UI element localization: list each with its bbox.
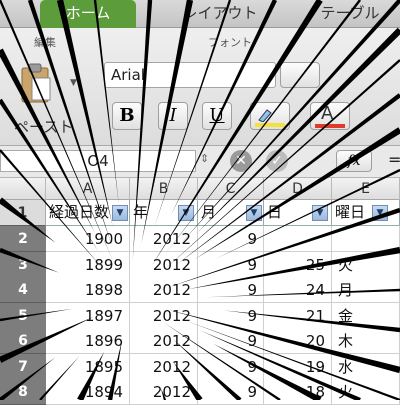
- group-label-edit: 編集: [34, 34, 56, 50]
- cell-e[interactable]: 火: [332, 379, 400, 405]
- cell-e[interactable]: 水: [332, 354, 400, 380]
- cell-b[interactable]: 2012: [130, 379, 198, 405]
- clipboard-icon: [20, 62, 52, 106]
- filter-dropdown-icon[interactable]: ▼: [246, 205, 262, 221]
- cell-c[interactable]: 9: [198, 379, 264, 405]
- cell-d[interactable]: 25: [264, 252, 332, 278]
- tab-home[interactable]: ホーム: [40, 0, 136, 28]
- cell-a[interactable]: 1897: [46, 303, 130, 329]
- cell-a[interactable]: 1898: [46, 277, 130, 303]
- cell-e[interactable]: 金: [332, 303, 400, 329]
- cell-d[interactable]: 19: [264, 354, 332, 380]
- header-cell-e[interactable]: 曜日: [332, 200, 400, 226]
- tab-edge: [0, 0, 12, 28]
- filter-dropdown-icon[interactable]: ▼: [372, 205, 388, 221]
- filter-dropdown-icon[interactable]: ▼: [112, 205, 128, 221]
- tab-layout[interactable]: レイアウト: [160, 0, 280, 28]
- column-header-e[interactable]: E: [332, 178, 400, 200]
- header-text: 年: [133, 203, 148, 221]
- select-all-corner[interactable]: [0, 178, 46, 200]
- row-header[interactable]: 5: [0, 303, 46, 329]
- row-header[interactable]: 4: [0, 277, 46, 303]
- cell-a[interactable]: 1894: [46, 379, 130, 405]
- highlight-color-bar: [255, 123, 285, 127]
- row-header[interactable]: 2: [0, 226, 46, 252]
- column-header-a[interactable]: A: [46, 178, 130, 200]
- group-label-font: フォント: [208, 34, 252, 50]
- cell-a[interactable]: 1896: [46, 328, 130, 354]
- paste-dropdown-icon[interactable]: ▼: [70, 78, 77, 88]
- cell-e[interactable]: 火: [332, 252, 400, 278]
- cell-c[interactable]: 9: [198, 277, 264, 303]
- enter-icon[interactable]: ✓: [266, 150, 288, 172]
- cancel-icon[interactable]: ✕: [230, 150, 252, 172]
- cell-e[interactable]: 木: [332, 328, 400, 354]
- filter-dropdown-icon[interactable]: ▼: [312, 205, 328, 221]
- cell-b[interactable]: 2012: [130, 277, 198, 303]
- cell-d[interactable]: [264, 226, 332, 252]
- name-box[interactable]: O4: [0, 150, 196, 172]
- cell-c[interactable]: 9: [198, 328, 264, 354]
- cell-a[interactable]: 1895: [46, 354, 130, 380]
- paste-label: ペースト: [14, 116, 73, 137]
- cell-c[interactable]: 9: [198, 226, 264, 252]
- header-text: 日: [267, 203, 282, 221]
- header-text: 経過日数: [49, 203, 109, 221]
- font-name-field[interactable]: Arial: [104, 62, 276, 88]
- cell-e[interactable]: 月: [332, 277, 400, 303]
- column-header-c[interactable]: C: [198, 178, 264, 200]
- insert-function-button[interactable]: fx: [336, 150, 372, 172]
- header-text: 曜日: [335, 203, 365, 221]
- formula-equals: =: [388, 150, 400, 169]
- cell-d[interactable]: 20: [264, 328, 332, 354]
- font-color-bar: [315, 124, 345, 128]
- name-box-stepper-icon[interactable]: ⇕: [200, 152, 209, 165]
- cell-b[interactable]: 2012: [130, 303, 198, 329]
- paste-button[interactable]: ▼ ペースト: [12, 58, 82, 138]
- underline-button[interactable]: U: [202, 102, 232, 130]
- row-header-1[interactable]: 1: [0, 200, 46, 226]
- cell-c[interactable]: 9: [198, 303, 264, 329]
- cell-b[interactable]: 2012: [130, 226, 198, 252]
- cell-b[interactable]: 2012: [130, 252, 198, 278]
- header-text: 月: [201, 203, 216, 221]
- font-color-letter: A: [321, 103, 333, 124]
- cell-c[interactable]: 9: [198, 252, 264, 278]
- font-size-field[interactable]: [280, 62, 320, 88]
- cell-b[interactable]: 2012: [130, 328, 198, 354]
- filter-dropdown-icon[interactable]: ▼: [178, 205, 194, 221]
- row-header[interactable]: 8: [0, 379, 46, 405]
- italic-button[interactable]: I: [158, 102, 188, 130]
- font-color-button[interactable]: A: [310, 102, 350, 130]
- highlighter-icon: [257, 107, 273, 121]
- row-header[interactable]: 3: [0, 252, 46, 278]
- highlight-button[interactable]: [250, 102, 290, 130]
- column-header-d[interactable]: D: [264, 178, 332, 200]
- row-header[interactable]: 6: [0, 328, 46, 354]
- bold-button[interactable]: B: [112, 102, 142, 130]
- column-header-b[interactable]: B: [130, 178, 198, 200]
- cell-c[interactable]: 9: [198, 354, 264, 380]
- cell-b[interactable]: 2012: [130, 354, 198, 380]
- row-header[interactable]: 7: [0, 354, 46, 380]
- tab-table[interactable]: テーブル: [300, 0, 400, 28]
- cell-a[interactable]: 1899: [46, 252, 130, 278]
- cell-d[interactable]: 24: [264, 277, 332, 303]
- cell-d[interactable]: 18: [264, 379, 332, 405]
- cell-a[interactable]: 1900: [46, 226, 130, 252]
- cell-d[interactable]: 21: [264, 303, 332, 329]
- cell-e[interactable]: [332, 226, 400, 252]
